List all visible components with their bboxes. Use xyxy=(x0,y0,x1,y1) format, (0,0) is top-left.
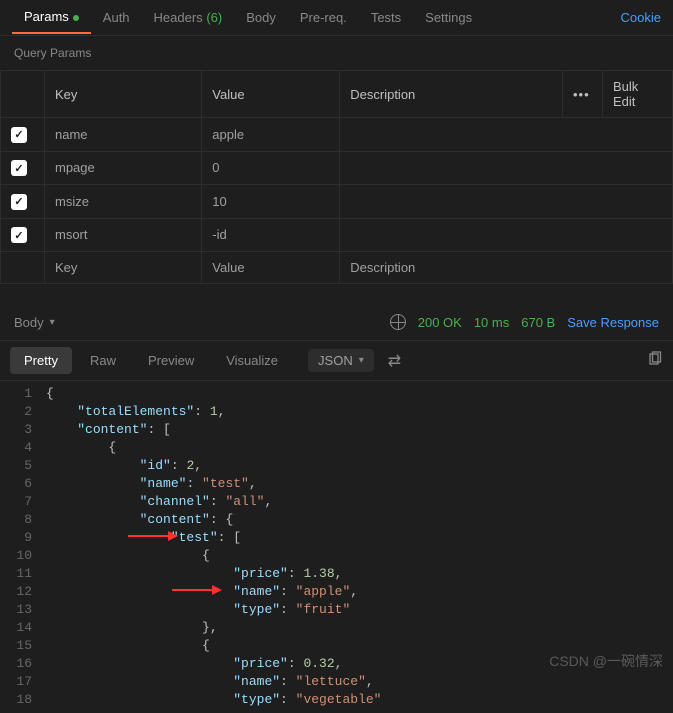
param-key-cell[interactable]: mpage xyxy=(45,151,202,185)
param-key-cell[interactable]: msort xyxy=(45,218,202,252)
row-checkbox[interactable]: ✓ xyxy=(11,160,27,176)
table-row: ✓ msize10 xyxy=(1,185,673,219)
tab-headers[interactable]: Headers (6) xyxy=(142,2,235,33)
code-line: 1{ xyxy=(0,385,673,403)
code-line: 9 "test": [ xyxy=(0,529,673,547)
response-view-tabs: Pretty Raw Preview Visualize JSON ▾ ⇄ xyxy=(0,340,673,381)
param-value-input[interactable]: Value xyxy=(202,252,340,284)
save-response-link[interactable]: Save Response xyxy=(567,315,659,330)
code-line: 13 "type": "fruit" xyxy=(0,601,673,619)
resp-tab-pretty[interactable]: Pretty xyxy=(10,347,72,374)
code-line: 11 "price": 1.38, xyxy=(0,565,673,583)
wrap-lines-icon[interactable]: ⇄ xyxy=(388,351,401,371)
globe-icon[interactable] xyxy=(390,314,406,330)
col-description: Description xyxy=(340,71,563,118)
code-line: 5 "id": 2, xyxy=(0,457,673,475)
param-value-cell[interactable]: apple xyxy=(202,118,340,152)
response-status-bar: Body ▾ 200 OK 10 ms 670 B Save Response xyxy=(0,304,673,340)
col-more-icon[interactable]: ••• xyxy=(563,71,603,118)
code-line: 16 "price": 0.32, xyxy=(0,655,673,673)
param-desc-cell[interactable] xyxy=(340,218,673,252)
col-toggle xyxy=(1,71,45,118)
code-line: 6 "name": "test", xyxy=(0,475,673,493)
resp-tab-visualize[interactable]: Visualize xyxy=(212,347,292,374)
param-key-cell[interactable]: name xyxy=(45,118,202,152)
param-key-input[interactable]: Key xyxy=(45,252,202,284)
code-line: 4 { xyxy=(0,439,673,457)
cookies-link[interactable]: Cookie xyxy=(621,10,661,25)
code-line: 2 "totalElements": 1, xyxy=(0,403,673,421)
code-line: 7 "channel": "all", xyxy=(0,493,673,511)
resp-tab-preview[interactable]: Preview xyxy=(134,347,208,374)
code-line: 3 "content": [ xyxy=(0,421,673,439)
code-line: 10 { xyxy=(0,547,673,565)
param-value-cell[interactable]: 10 xyxy=(202,185,340,219)
chevron-down-icon: ▾ xyxy=(50,317,55,328)
table-row: ✓ msort-id xyxy=(1,218,673,252)
chevron-down-icon: ▾ xyxy=(359,355,364,366)
tab-tests[interactable]: Tests xyxy=(359,2,413,33)
code-line: 8 "content": { xyxy=(0,511,673,529)
status-code: 200 OK xyxy=(418,315,462,330)
col-key: Key xyxy=(45,71,202,118)
response-body-dropdown[interactable]: Body ▾ xyxy=(14,315,55,330)
copy-icon[interactable] xyxy=(647,351,663,370)
row-checkbox[interactable]: ✓ xyxy=(11,127,27,143)
status-size: 670 B xyxy=(521,315,555,330)
tab-prereq[interactable]: Pre-req. xyxy=(288,2,359,33)
status-time: 10 ms xyxy=(474,315,509,330)
code-line: 14 }, xyxy=(0,619,673,637)
code-line: 17 "name": "lettuce", xyxy=(0,673,673,691)
param-desc-cell[interactable] xyxy=(340,151,673,185)
tab-settings[interactable]: Settings xyxy=(413,2,484,33)
tab-auth[interactable]: Auth xyxy=(91,2,142,33)
row-checkbox[interactable]: ✓ xyxy=(11,227,27,243)
param-desc-cell[interactable] xyxy=(340,118,673,152)
params-modified-dot-icon xyxy=(73,15,79,21)
request-tabs: Params Auth Headers (6) Body Pre-req. Te… xyxy=(0,0,673,36)
tab-params[interactable]: Params xyxy=(12,1,91,34)
table-row: ✓ mpage0 xyxy=(1,151,673,185)
bulk-edit-link[interactable]: Bulk Edit xyxy=(603,71,673,118)
code-line: 15 { xyxy=(0,637,673,655)
param-desc-input[interactable]: Description xyxy=(340,252,673,284)
param-desc-cell[interactable] xyxy=(340,185,673,219)
table-row-empty: KeyValueDescription xyxy=(1,252,673,284)
row-checkbox[interactable]: ✓ xyxy=(11,194,27,210)
param-value-cell[interactable]: -id xyxy=(202,218,340,252)
param-key-cell[interactable]: msize xyxy=(45,185,202,219)
col-value: Value xyxy=(202,71,340,118)
response-format-dropdown[interactable]: JSON ▾ xyxy=(308,349,374,372)
table-row: ✓ nameapple xyxy=(1,118,673,152)
query-params-title: Query Params xyxy=(0,36,673,70)
tab-body[interactable]: Body xyxy=(234,2,288,33)
param-value-cell[interactable]: 0 xyxy=(202,151,340,185)
code-line: 12 "name": "apple", xyxy=(0,583,673,601)
code-line: 18 "type": "vegetable" xyxy=(0,691,673,709)
resp-tab-raw[interactable]: Raw xyxy=(76,347,130,374)
response-code-viewer[interactable]: 1{2 "totalElements": 1,3 "content": [4 {… xyxy=(0,381,673,713)
params-table: Key Value Description ••• Bulk Edit ✓ nam… xyxy=(0,70,673,284)
